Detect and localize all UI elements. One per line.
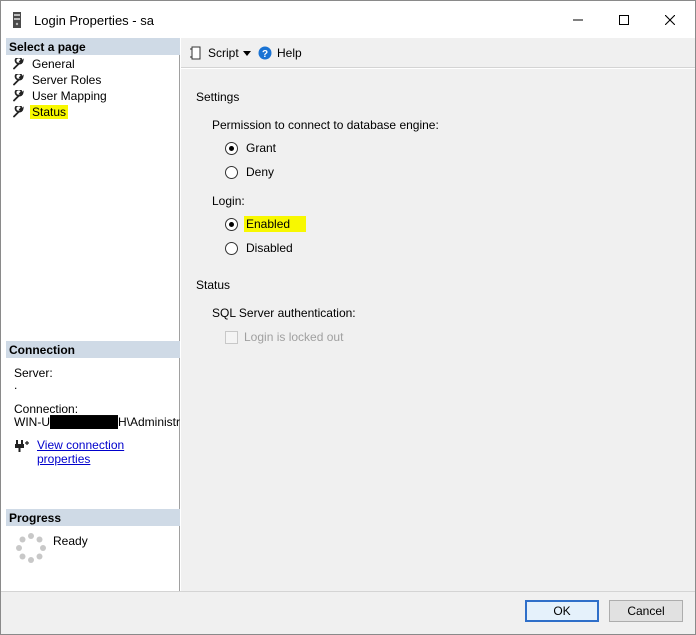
login-label: Login: [212,194,245,208]
locked-out-label: Login is locked out [244,330,344,344]
page-item-label: User Mapping [32,89,107,103]
connection-header: Connection [6,341,180,358]
view-connection-properties-link[interactable]: View connection properties [37,438,179,466]
enabled-radio[interactable]: Enabled [225,216,307,232]
minimize-button[interactable] [555,1,601,38]
wrench-icon [13,58,24,70]
wrench-icon [13,106,24,118]
page-item-server-roles[interactable]: Server Roles [12,72,103,88]
server-value: . [14,378,18,392]
svg-text:?: ? [262,49,268,60]
locked-out-checkbox[interactable]: Login is locked out [225,330,343,344]
deny-label: Deny [246,165,275,179]
radio-unchecked-icon [225,241,238,255]
enabled-label: Enabled [244,216,307,232]
script-label: Script [208,46,239,60]
progress-status: Ready [53,534,88,548]
page-item-label: Server Roles [32,73,102,87]
radio-checked-icon [225,141,238,155]
progress-spinner-icon [16,533,46,563]
wrench-icon [13,74,24,86]
page-item-general[interactable]: General [12,56,77,72]
plug-icon [15,440,29,452]
page-item-user-mapping[interactable]: User Mapping [12,88,109,104]
close-icon [665,14,675,25]
server-icon [13,12,21,28]
close-button[interactable] [647,1,693,38]
permission-label: Permission to connect to database engine… [212,118,439,132]
help-button[interactable]: ? Help [258,46,302,60]
checkbox-unchecked-icon [225,330,238,344]
page-item-label: Status [30,105,69,119]
ok-button[interactable]: OK [525,600,599,622]
maximize-button[interactable] [601,1,647,38]
connection-label: Connection: [14,402,79,416]
script-dropdown-icon[interactable] [243,51,251,56]
radio-unchecked-icon [225,165,238,179]
grant-radio[interactable]: Grant [225,140,278,156]
window-title: Login Properties - sa [34,13,154,28]
help-icon: ? [258,46,272,60]
help-label: Help [277,46,302,60]
cancel-button[interactable]: Cancel [609,600,683,622]
sql-auth-label: SQL Server authentication: [212,306,356,320]
login-properties-window: Login Properties - sa Select a page Gene… [0,0,696,635]
disabled-label: Disabled [246,241,293,255]
script-icon [190,46,201,60]
radio-checked-icon [225,217,238,231]
disabled-radio[interactable]: Disabled [225,240,295,256]
toolbar: Script ? Help [181,38,695,68]
wrench-icon [13,90,24,102]
page-item-label: General [32,57,75,71]
settings-heading: Settings [196,90,240,104]
title-bar[interactable]: Login Properties - sa [1,1,695,38]
page-item-status[interactable]: Status [12,104,69,120]
progress-header: Progress [6,509,180,526]
status-heading: Status [196,278,231,292]
deny-radio[interactable]: Deny [225,164,276,180]
grant-label: Grant [246,141,277,155]
script-button[interactable]: Script [189,46,239,60]
maximize-icon [619,14,629,25]
minimize-icon [573,19,583,20]
select-page-header: Select a page [6,38,180,55]
status-page: Settings Permission to connect to databa… [181,69,695,591]
connection-value: WIN-U████████H\Administrato [14,415,180,429]
button-bar: OK Cancel [1,591,695,634]
left-panel: Select a page General Server Roles User … [6,38,180,591]
